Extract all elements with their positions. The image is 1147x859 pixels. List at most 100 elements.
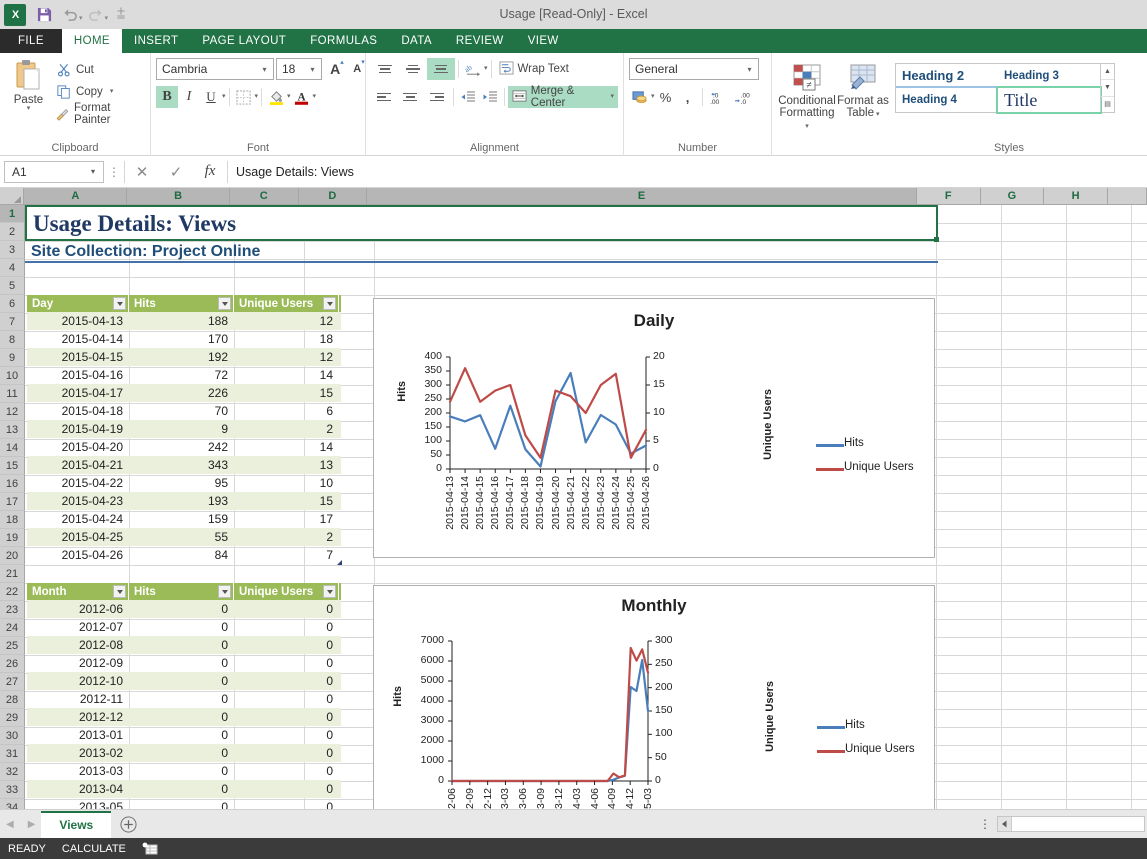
ribbon-tab-data[interactable]: DATA (389, 29, 444, 53)
table-cell[interactable]: 2015-04-13 (27, 312, 129, 330)
number-format-combo[interactable]: General ▾ (629, 58, 759, 80)
table-cell[interactable]: 0 (129, 600, 234, 618)
cell-style-title[interactable]: Title (998, 88, 1100, 112)
monthly-filter-button-1[interactable] (218, 585, 231, 598)
table-cell[interactable]: 0 (234, 672, 339, 690)
table-cell[interactable]: 2 (234, 528, 339, 546)
table-row[interactable]: 2013-0200 (27, 744, 341, 762)
table-cell[interactable]: 2013-04 (27, 780, 129, 798)
table-cell[interactable]: 0 (129, 618, 234, 636)
column-header-h[interactable]: H (1044, 188, 1108, 205)
row-header-18[interactable]: 18 (0, 511, 25, 529)
name-box[interactable]: A1 ▾ (4, 161, 104, 183)
table-row[interactable]: 2015-04-167214 (27, 366, 341, 384)
align-middle-button[interactable] (399, 58, 427, 80)
table-cell[interactable]: 0 (129, 636, 234, 654)
row-header-1[interactable]: 1 (0, 205, 25, 223)
table-cell[interactable]: 0 (129, 780, 234, 798)
row-header-32[interactable]: 32 (0, 763, 25, 781)
row-header-20[interactable]: 20 (0, 547, 25, 565)
table-cell[interactable]: 0 (129, 762, 234, 780)
table-row[interactable]: 2015-04-25552 (27, 528, 341, 546)
decrease-indent-button[interactable] (457, 86, 479, 108)
row-header-24[interactable]: 24 (0, 619, 25, 637)
table-cell[interactable]: 188 (129, 312, 234, 330)
comma-style-button[interactable]: , (677, 86, 699, 108)
ribbon-tab-formulas[interactable]: FORMULAS (298, 29, 389, 53)
row-header-5[interactable]: 5 (0, 277, 25, 295)
row-header-10[interactable]: 10 (0, 367, 25, 385)
column-header-d[interactable]: D (299, 188, 368, 205)
row-header-3[interactable]: 3 (0, 241, 25, 259)
row-header-9[interactable]: 9 (0, 349, 25, 367)
cell-area[interactable]: Usage Details: Views Site Collection: Pr… (25, 205, 1147, 809)
table-row[interactable]: 2015-04-1318812 (27, 312, 341, 330)
table-row[interactable]: 2015-04-229510 (27, 474, 341, 492)
format-as-table-button[interactable]: Format as Table ▾ (837, 59, 889, 119)
row-header-8[interactable]: 8 (0, 331, 25, 349)
increase-decimal-button[interactable]: .0.00 (706, 86, 731, 108)
table-cell[interactable]: 2012-12 (27, 708, 129, 726)
row-header-17[interactable]: 17 (0, 493, 25, 511)
table-cell[interactable]: 0 (129, 744, 234, 762)
horizontal-scrollbar[interactable] (997, 816, 1145, 832)
table-cell[interactable]: 10 (234, 474, 339, 492)
table-cell[interactable]: 2015-04-14 (27, 330, 129, 348)
font-size-combo[interactable]: 18 ▾ (276, 58, 322, 80)
column-header-c[interactable]: C (230, 188, 299, 205)
column-header-g[interactable]: G (981, 188, 1045, 205)
cell-a1[interactable]: Usage Details: Views (25, 205, 938, 241)
select-all-corner[interactable] (0, 188, 24, 205)
fx-icon[interactable]: fx (193, 161, 227, 183)
table-cell[interactable]: 2 (234, 420, 339, 438)
table-row[interactable]: 2012-1000 (27, 672, 341, 690)
table-cell[interactable]: 2015-04-20 (27, 438, 129, 456)
ribbon-tab-review[interactable]: REVIEW (444, 29, 516, 53)
table-cell[interactable]: 2012-07 (27, 618, 129, 636)
table-cell[interactable]: 0 (234, 762, 339, 780)
table-cell[interactable]: 170 (129, 330, 234, 348)
conditional-formatting-caret-icon[interactable]: ▾ (805, 123, 809, 130)
cell-styles-gallery[interactable]: Heading 2 Heading 4 Heading 3 Title ▲ ▼ … (895, 63, 1115, 113)
formula-input[interactable]: Usage Details: Views (228, 161, 1143, 183)
daily-data-table[interactable]: DayHitsUnique Users2015-04-13188122015-0… (27, 295, 341, 564)
table-cell[interactable]: 0 (129, 654, 234, 672)
gallery-more-icon[interactable]: ▤ (1101, 97, 1114, 112)
table-cell[interactable]: 2015-04-16 (27, 366, 129, 384)
name-box-caret-icon[interactable]: ▾ (86, 167, 100, 176)
percent-style-button[interactable]: % (655, 86, 677, 108)
table-cell[interactable]: 17 (234, 510, 339, 528)
table-row[interactable]: 2015-04-2319315 (27, 492, 341, 510)
fill-color-button[interactable] (265, 86, 287, 108)
sheet-tab-views[interactable]: Views (41, 811, 111, 838)
table-cell[interactable]: 2012-11 (27, 690, 129, 708)
orientation-caret-icon[interactable]: ▾ (484, 66, 488, 72)
row-header-25[interactable]: 25 (0, 637, 25, 655)
table-row[interactable]: 2015-04-26847 (27, 546, 341, 564)
table-cell[interactable]: 2015-04-23 (27, 492, 129, 510)
cell-a2[interactable]: Site Collection: Project Online (25, 241, 938, 263)
table-cell[interactable]: 18 (234, 330, 339, 348)
table-resize-handle[interactable] (337, 560, 342, 565)
sheet-nav-next-icon[interactable]: ▶ (28, 819, 36, 830)
table-cell[interactable]: 9 (129, 420, 234, 438)
table-cell[interactable]: 12 (234, 312, 339, 330)
table-cell[interactable]: 2015-04-19 (27, 420, 129, 438)
format-as-table-caret-icon[interactable]: ▾ (874, 111, 879, 118)
scroll-left-icon[interactable] (998, 817, 1012, 831)
table-cell[interactable]: 0 (234, 780, 339, 798)
column-header-i[interactable] (1108, 188, 1147, 205)
table-cell[interactable]: 2013-03 (27, 762, 129, 780)
row-header-4[interactable]: 4 (0, 259, 25, 277)
formula-bar-grip[interactable]: ⋮ (104, 165, 124, 179)
row-header-27[interactable]: 27 (0, 673, 25, 691)
monthly-chart[interactable]: Monthly010002000300040005000600070000501… (373, 585, 935, 809)
row-header-7[interactable]: 7 (0, 313, 25, 331)
row-header-13[interactable]: 13 (0, 421, 25, 439)
table-row[interactable]: 2012-0800 (27, 636, 341, 654)
row-header-2[interactable]: 2 (0, 223, 25, 241)
table-cell[interactable]: 2013-02 (27, 744, 129, 762)
table-cell[interactable]: 7 (234, 546, 339, 564)
table-cell[interactable]: 14 (234, 366, 339, 384)
cell-styles-scroll[interactable]: ▲ ▼ ▤ (1100, 64, 1114, 112)
